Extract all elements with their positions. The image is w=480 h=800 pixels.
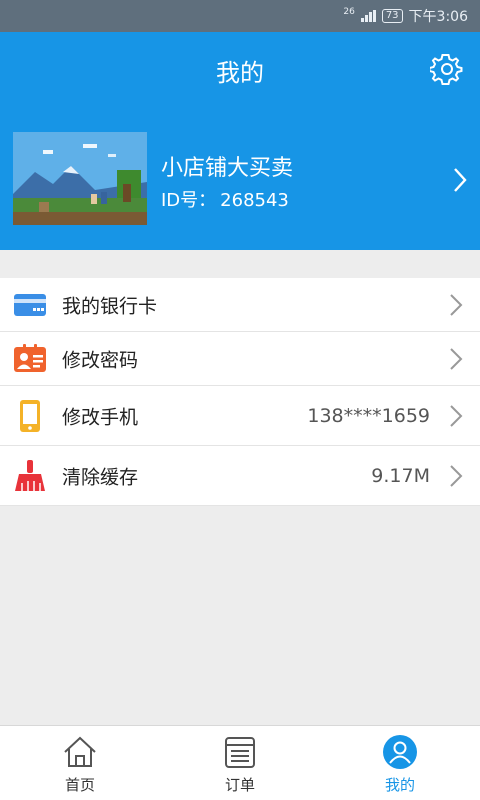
chevron-right-icon xyxy=(450,464,463,487)
tab-label: 我的 xyxy=(384,776,415,794)
profile-header: 我的 小店铺大买卖 ID号： 268543 xyxy=(0,32,480,250)
battery-icon: 73 xyxy=(381,9,403,23)
page-title: 我的 xyxy=(216,58,264,87)
settings-menu: 我的银行卡 修改密码 修改手机 138****1659 清除缓存 9.17M xyxy=(0,278,480,506)
tab-home[interactable]: 首页 xyxy=(0,726,160,800)
bank-card-icon xyxy=(14,293,46,316)
shop-id: ID号： 268543 xyxy=(161,186,289,212)
profile-card[interactable]: 小店铺大买卖 ID号： 268543 xyxy=(0,132,480,228)
menu-item-label: 修改手机 xyxy=(62,406,139,428)
home-icon xyxy=(64,736,96,767)
phone-number-value: 138****1659 xyxy=(307,404,430,427)
settings-gear-icon[interactable] xyxy=(430,52,464,86)
shop-id-label: ID号： xyxy=(161,190,217,211)
menu-item-label: 清除缓存 xyxy=(62,466,139,488)
cache-size-value: 9.17M xyxy=(371,464,430,487)
chevron-right-icon xyxy=(450,293,463,316)
menu-item-label: 修改密码 xyxy=(62,349,139,371)
shop-avatar xyxy=(13,132,147,225)
id-card-icon xyxy=(14,343,46,372)
menu-item-label: 我的银行卡 xyxy=(62,295,158,317)
chevron-right-icon xyxy=(450,404,463,427)
menu-item-bank-card[interactable]: 我的银行卡 xyxy=(0,278,480,332)
order-list-icon xyxy=(225,737,255,768)
shop-id-value: 268543 xyxy=(220,190,289,211)
chevron-right-icon xyxy=(454,168,467,192)
menu-item-change-password[interactable]: 修改密码 xyxy=(0,332,480,386)
user-icon xyxy=(383,735,417,769)
network-type: 26 xyxy=(343,7,355,17)
tab-label: 首页 xyxy=(64,776,95,794)
menu-item-clear-cache[interactable]: 清除缓存 9.17M xyxy=(0,446,480,506)
status-time: 下午3:06 xyxy=(408,9,468,25)
status-bar: 26 73 下午3:06 xyxy=(0,0,480,32)
tab-label: 订单 xyxy=(224,776,255,794)
chevron-right-icon xyxy=(450,347,463,370)
signal-icon xyxy=(360,10,376,22)
menu-item-change-phone[interactable]: 修改手机 138****1659 xyxy=(0,386,480,446)
tab-mine[interactable]: 我的 xyxy=(320,726,480,800)
phone-icon xyxy=(20,399,40,432)
broom-icon xyxy=(15,459,45,491)
shop-name: 小店铺大买卖 xyxy=(161,156,294,181)
bottom-tab-bar: 首页 订单 我的 xyxy=(0,725,480,800)
tab-orders[interactable]: 订单 xyxy=(160,726,320,800)
